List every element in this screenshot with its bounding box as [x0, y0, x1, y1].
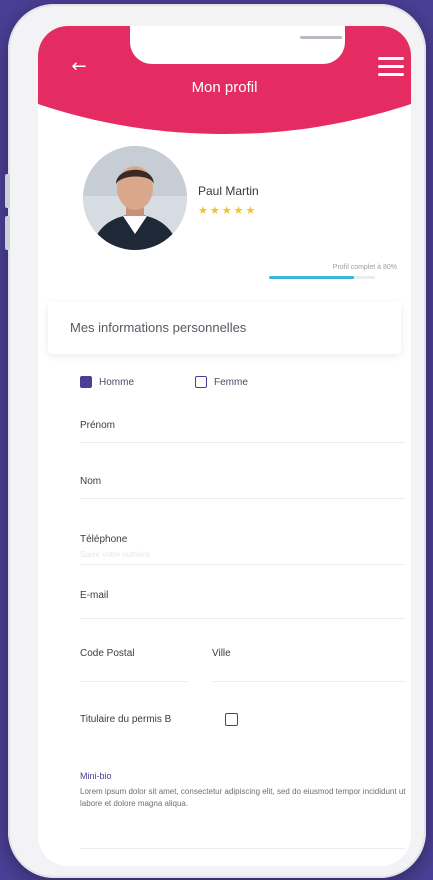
email-label: E-mail	[80, 590, 109, 601]
profile-progress-fill	[269, 276, 354, 279]
firstname-label: Prénom	[80, 420, 116, 431]
gender-female-label: Femme	[214, 376, 248, 388]
bio-label: Mini-bio	[80, 771, 112, 781]
avatar[interactable]	[83, 146, 187, 250]
hamburger-menu-icon[interactable]	[378, 57, 404, 77]
gender-male-label: Homme	[99, 376, 135, 388]
volume-up-button	[5, 174, 10, 208]
city-input[interactable]	[212, 681, 405, 682]
postal-code-label: Code Postal	[80, 648, 135, 659]
phone-notch	[130, 26, 345, 64]
phone-label: Téléphone	[80, 534, 128, 545]
profile-header: ← Mon profil	[38, 26, 411, 146]
volume-down-button	[5, 216, 10, 250]
city-label: Ville	[212, 648, 231, 659]
license-label: Titulaire du permis B	[80, 714, 172, 725]
page-title: Mon profil	[191, 79, 258, 96]
phone-frame: ← Mon profil Paul Martin ★★★★★ Profil co…	[5, 4, 426, 878]
profile-progress-label: Profil complet à 80%	[332, 264, 397, 271]
gender-option-female[interactable]: Femme	[195, 376, 248, 388]
postal-code-input[interactable]	[80, 681, 188, 682]
firstname-input[interactable]	[80, 442, 405, 443]
profile-name: Paul Martin	[198, 184, 259, 198]
license-checkbox[interactable]	[225, 713, 238, 726]
lastname-input[interactable]	[80, 498, 405, 499]
section-title: Mes informations personnelles	[70, 320, 247, 335]
lastname-label: Nom	[80, 476, 102, 487]
bio-divider	[80, 848, 405, 849]
notch-speaker	[300, 36, 342, 39]
personal-info-section[interactable]: Mes informations personnelles	[48, 302, 401, 354]
profile-progress-bar	[269, 276, 375, 279]
email-input[interactable]	[80, 618, 405, 619]
gender-option-male[interactable]: Homme	[80, 376, 134, 388]
arrow-left-icon[interactable]: ←	[68, 56, 90, 78]
checked-box-icon[interactable]	[80, 376, 92, 388]
rating-stars: ★★★★★	[198, 204, 258, 217]
phone-input[interactable]	[80, 564, 405, 565]
bio-text[interactable]: Lorem ipsum dolor sit amet, consectetur …	[80, 786, 410, 810]
unchecked-box-icon[interactable]	[195, 376, 207, 388]
app-screen: ← Mon profil Paul Martin ★★★★★ Profil co…	[38, 26, 411, 866]
phone-placeholder: Saisir votre numéro	[80, 550, 150, 559]
